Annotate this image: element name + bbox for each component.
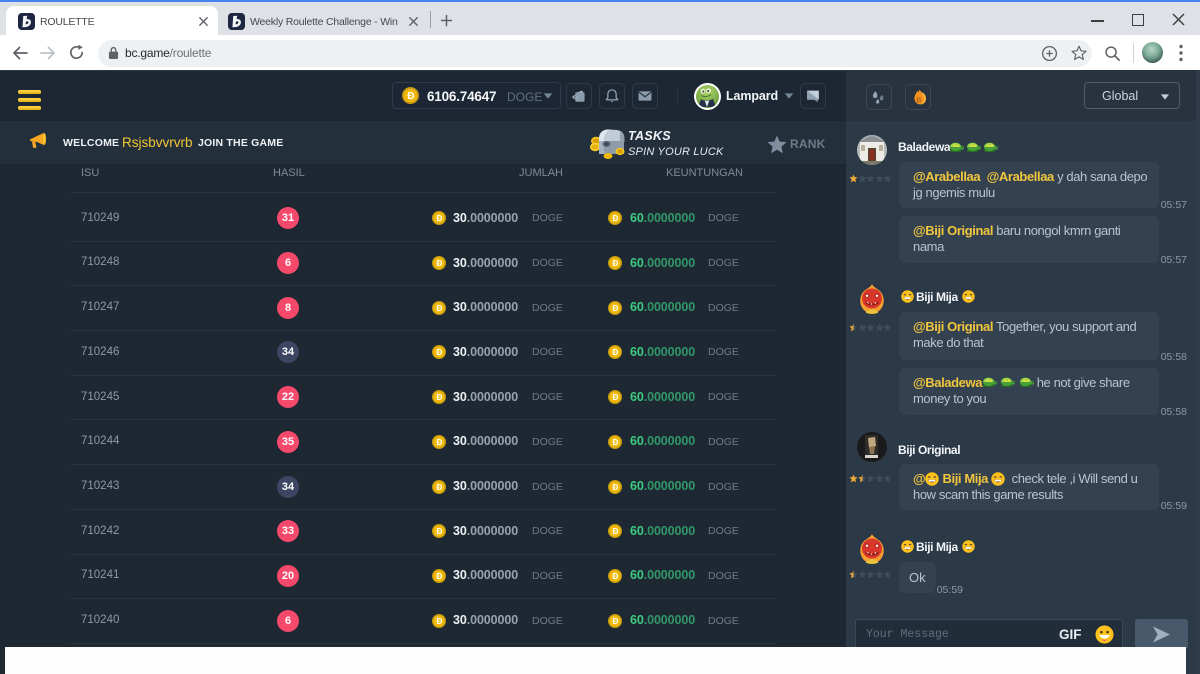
svg-text:Ð: Ð <box>407 91 414 102</box>
svg-text:Ð: Ð <box>612 617 618 626</box>
svg-text:Ð: Ð <box>612 259 618 268</box>
svg-text:Ð: Ð <box>436 304 442 313</box>
svg-text:Ð: Ð <box>612 527 618 536</box>
svg-text:Ð: Ð <box>612 214 618 223</box>
svg-text:Ð: Ð <box>436 617 442 626</box>
svg-text:Ð: Ð <box>436 393 442 402</box>
svg-text:Ð: Ð <box>612 304 618 313</box>
svg-text:Ð: Ð <box>612 393 618 402</box>
svg-text:Ð: Ð <box>436 348 442 357</box>
svg-text:Ð: Ð <box>612 438 618 447</box>
svg-text:B: B <box>916 97 921 104</box>
svg-text:Ð: Ð <box>436 527 442 536</box>
svg-text:Ð: Ð <box>436 214 442 223</box>
svg-text:Ð: Ð <box>436 483 442 492</box>
svg-text:Ð: Ð <box>612 572 618 581</box>
svg-text:Ð: Ð <box>436 259 442 268</box>
svg-text:Ð: Ð <box>612 483 618 492</box>
svg-text:Ð: Ð <box>612 348 618 357</box>
svg-text:Ð: Ð <box>436 438 442 447</box>
svg-text:Ð: Ð <box>436 572 442 581</box>
